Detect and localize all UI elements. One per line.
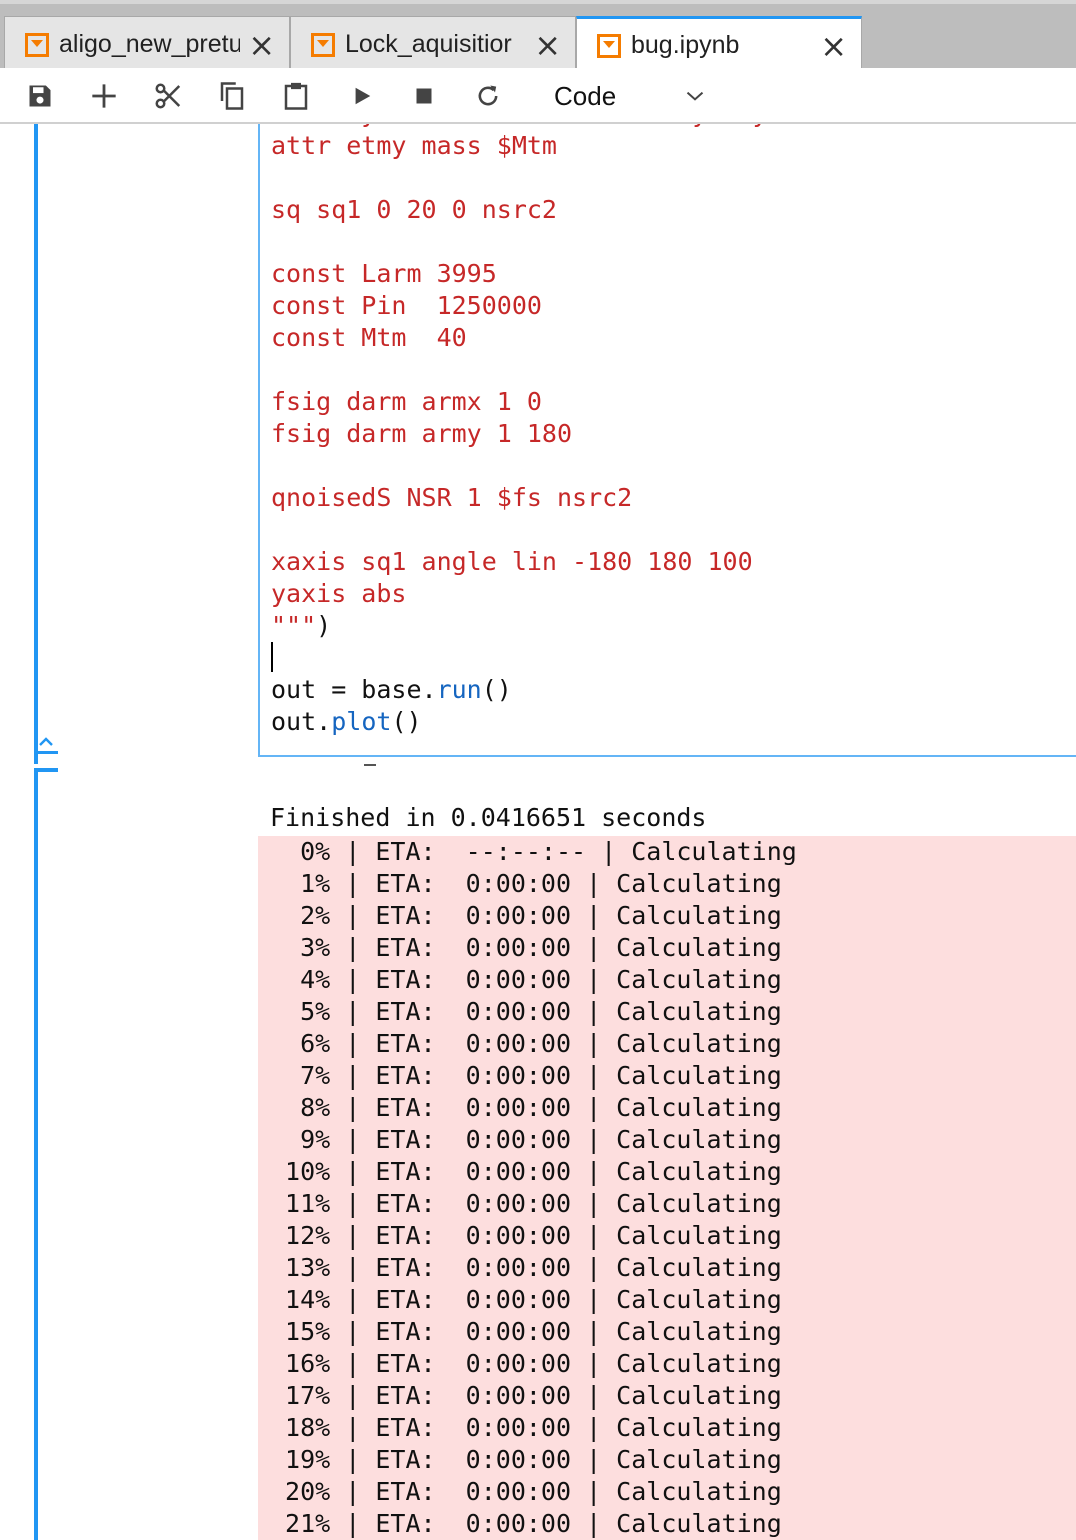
cut-button[interactable] — [152, 80, 184, 112]
close-icon[interactable]: × — [820, 30, 847, 62]
chevron-down-icon — [684, 86, 706, 111]
progress-line: 17% | ETA: 0:00:00 | Calculating — [270, 1381, 782, 1410]
progress-line: 4% | ETA: 0:00:00 | Calculating — [270, 965, 782, 994]
cell-type-dropdown[interactable]: Code — [540, 76, 720, 116]
code-line: xaxis sq1 angle lin -180 180 100 — [271, 547, 753, 576]
progress-line: 6% | ETA: 0:00:00 | Calculating — [270, 1029, 782, 1058]
document-tab-bar: aligo_new_pretu × Lock_aquisitior × bug.… — [0, 0, 1076, 72]
progress-line: 11% | ETA: 0:00:00 | Calculating — [270, 1189, 782, 1218]
restart-button[interactable] — [472, 80, 504, 112]
code-line: ) — [316, 611, 332, 640]
progress-line: 5% | ETA: 0:00:00 | Calculating — [270, 997, 782, 1026]
code-run-prefix: out = base. — [271, 675, 437, 704]
copy-icon — [220, 82, 244, 110]
code-run-fn: run — [436, 675, 482, 704]
save-button[interactable] — [24, 80, 56, 112]
stop-icon — [416, 88, 432, 104]
progress-line: 1% | ETA: 0:00:00 | Calculating — [270, 869, 782, 898]
progress-line: 2% | ETA: 0:00:00 | Calculating — [270, 901, 782, 930]
restart-icon — [478, 85, 498, 106]
output-finished-text: Finished in 0.0416651 seconds — [270, 803, 707, 832]
code-line: yaxis abs — [271, 579, 407, 608]
stop-button[interactable] — [408, 80, 440, 112]
notebook-icon — [25, 32, 49, 57]
progress-line: 12% | ETA: 0:00:00 | Calculating — [270, 1221, 782, 1250]
code-line: """ — [271, 611, 317, 640]
run-button[interactable] — [346, 80, 378, 112]
notebook-panel[interactable]: m1 etmy 5u 37.5u 0.000125 n5y n4y attr e… — [0, 124, 1076, 1540]
code-content[interactable]: m1 etmy 5u 37.5u 0.000125 n5y n4y attr e… — [271, 124, 768, 738]
progress-line: 19% | ETA: 0:00:00 | Calculating — [270, 1445, 782, 1474]
code-run-suffix: () — [481, 675, 512, 704]
progress-line: 20% | ETA: 0:00:00 | Calculating — [270, 1477, 782, 1506]
tab-bug-ipynb[interactable]: bug.ipynb × — [576, 16, 862, 72]
progress-line: 9% | ETA: 0:00:00 | Calculating — [270, 1125, 782, 1154]
tab-lock-aquisition[interactable]: Lock_aquisitior × — [290, 16, 576, 72]
code-line: const Mtm 40 — [271, 323, 467, 352]
code-line: m1 etmy 5u 37.5u 0.000125 n5y n4y — [271, 124, 768, 128]
code-plot-suffix: () — [391, 707, 422, 736]
tab-label: aligo_new_pretu — [59, 30, 241, 58]
progress-line: 18% | ETA: 0:00:00 | Calculating — [270, 1413, 782, 1442]
code-line: fsig darm army 1 180 — [271, 419, 573, 448]
copy-button[interactable] — [216, 80, 248, 112]
code-plot-fn: plot — [331, 707, 392, 736]
cell-collapser-output[interactable] — [34, 768, 38, 1540]
stderr-output: 0% | ETA: --:--:-- | Calculating 1% | ET… — [258, 836, 1076, 1540]
cell-collapser-input[interactable] — [34, 124, 38, 764]
add-icon — [92, 84, 116, 108]
progress-line: 21% | ETA: 0:00:00 | Calculating — [270, 1509, 782, 1538]
progress-line: 15% | ETA: 0:00:00 | Calculating — [270, 1317, 782, 1346]
tab-label: bug.ipynb — [631, 31, 740, 59]
cell-type-value: Code — [554, 80, 617, 111]
notebook-icon — [311, 32, 335, 57]
run-icon — [355, 87, 371, 105]
notebook-icon — [597, 33, 621, 58]
insert-cell-button[interactable] — [88, 80, 120, 112]
notebook-toolbar: Code — [0, 68, 1076, 124]
close-icon[interactable]: × — [248, 29, 275, 61]
code-line: const Pin 1250000 — [271, 291, 542, 320]
tab-label: Lock_aquisitior — [345, 30, 512, 58]
jupyterlab-window: aligo_new_pretu × Lock_aquisitior × bug.… — [0, 0, 1076, 1540]
code-cell-editor[interactable]: m1 etmy 5u 37.5u 0.000125 n5y n4y attr e… — [258, 124, 1076, 757]
code-line: fsig darm armx 1 0 — [271, 387, 542, 416]
output-collapser-tick — [34, 768, 58, 772]
progress-line: 7% | ETA: 0:00:00 | Calculating — [270, 1061, 782, 1090]
code-line: attr etmy mass $Mtm — [271, 131, 557, 160]
code-line: sq sq1 0 20 0 nsrc2 — [271, 195, 557, 224]
progress-line: 10% | ETA: 0:00:00 | Calculating — [270, 1157, 782, 1186]
paste-icon — [284, 82, 308, 110]
code-line: const Larm 3995 — [271, 259, 497, 288]
progress-line: 8% | ETA: 0:00:00 | Calculating — [270, 1093, 782, 1122]
progress-line: 14% | ETA: 0:00:00 | Calculating — [270, 1285, 782, 1314]
collapse-input-icon[interactable] — [34, 734, 58, 761]
cut-icon — [155, 83, 181, 109]
save-icon — [29, 85, 51, 107]
progress-line: 13% | ETA: 0:00:00 | Calculating — [270, 1253, 782, 1282]
close-icon[interactable]: × — [534, 29, 561, 61]
code-plot-prefix: out. — [271, 707, 332, 736]
text-cursor — [271, 642, 273, 672]
progress-line: 0% | ETA: --:--:-- | Calculating — [270, 837, 797, 866]
output-separator — [364, 764, 376, 766]
code-line: qnoisedS NSR 1 $fs nsrc2 — [271, 483, 633, 512]
progress-line: 16% | ETA: 0:00:00 | Calculating — [270, 1349, 782, 1378]
progress-line: 3% | ETA: 0:00:00 | Calculating — [270, 933, 782, 962]
tab-aligo-new[interactable]: aligo_new_pretu × — [4, 16, 290, 72]
paste-button[interactable] — [280, 80, 312, 112]
